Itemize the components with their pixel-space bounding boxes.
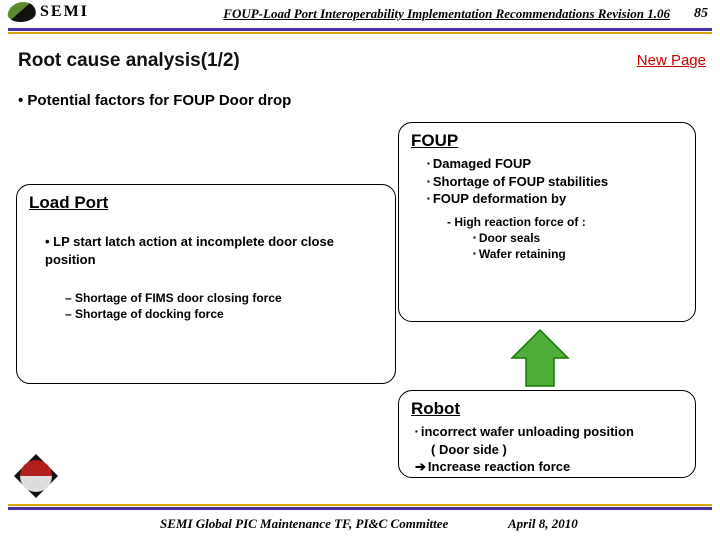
load-port-heading: Load Port xyxy=(29,193,383,213)
foup-item-deformation: FOUP deformation by xyxy=(411,190,683,208)
corner-logo-icon xyxy=(14,454,58,498)
robot-heading: Robot xyxy=(411,399,683,419)
logo-mark-icon xyxy=(7,2,38,22)
lp-sub-fims: Shortage of FIMS door closing force xyxy=(29,290,383,306)
robot-line-1b: ( Door side ) xyxy=(411,441,683,459)
header-divider xyxy=(8,28,712,34)
foup-box: FOUP Damaged FOUP Shortage of FOUP stabi… xyxy=(398,122,696,322)
foup-item-shortage: Shortage of FOUP stabilities xyxy=(411,173,683,191)
page-number: 85 xyxy=(694,6,708,22)
foup-sub-wafer-retaining: Wafer retaining xyxy=(411,246,683,262)
foup-item-damaged: Damaged FOUP xyxy=(411,155,683,173)
load-port-box: Load Port LP start latch action at incom… xyxy=(16,184,396,384)
footer-date: April 8, 2010 xyxy=(508,516,578,532)
page-title: Root cause analysis(1/2) xyxy=(18,50,240,72)
main-bullet: • Potential factors for FOUP Door drop xyxy=(18,92,291,109)
robot-line-1: incorrect wafer unloading position xyxy=(411,423,683,441)
arrow-up-icon xyxy=(510,328,570,388)
brand-logo: semi xyxy=(8,2,89,22)
footer-divider xyxy=(8,504,712,510)
foup-sub-reaction: High reaction force of : xyxy=(411,214,683,230)
lp-item-latch: LP start latch action at incomplete door… xyxy=(29,233,349,268)
document-title: FOUP-Load Port Interoperability Implemen… xyxy=(223,6,670,22)
foup-heading: FOUP xyxy=(411,131,683,151)
foup-sub-door-seals: Door seals xyxy=(411,230,683,246)
footer-committee: SEMI Global PIC Maintenance TF, PI&C Com… xyxy=(160,516,448,532)
new-page-label: New Page xyxy=(637,52,706,69)
robot-line-2: Increase reaction force xyxy=(411,458,683,476)
logo-text: semi xyxy=(40,3,89,21)
robot-box: Robot incorrect wafer unloading position… xyxy=(398,390,696,478)
lp-sub-docking: Shortage of docking force xyxy=(29,306,383,322)
